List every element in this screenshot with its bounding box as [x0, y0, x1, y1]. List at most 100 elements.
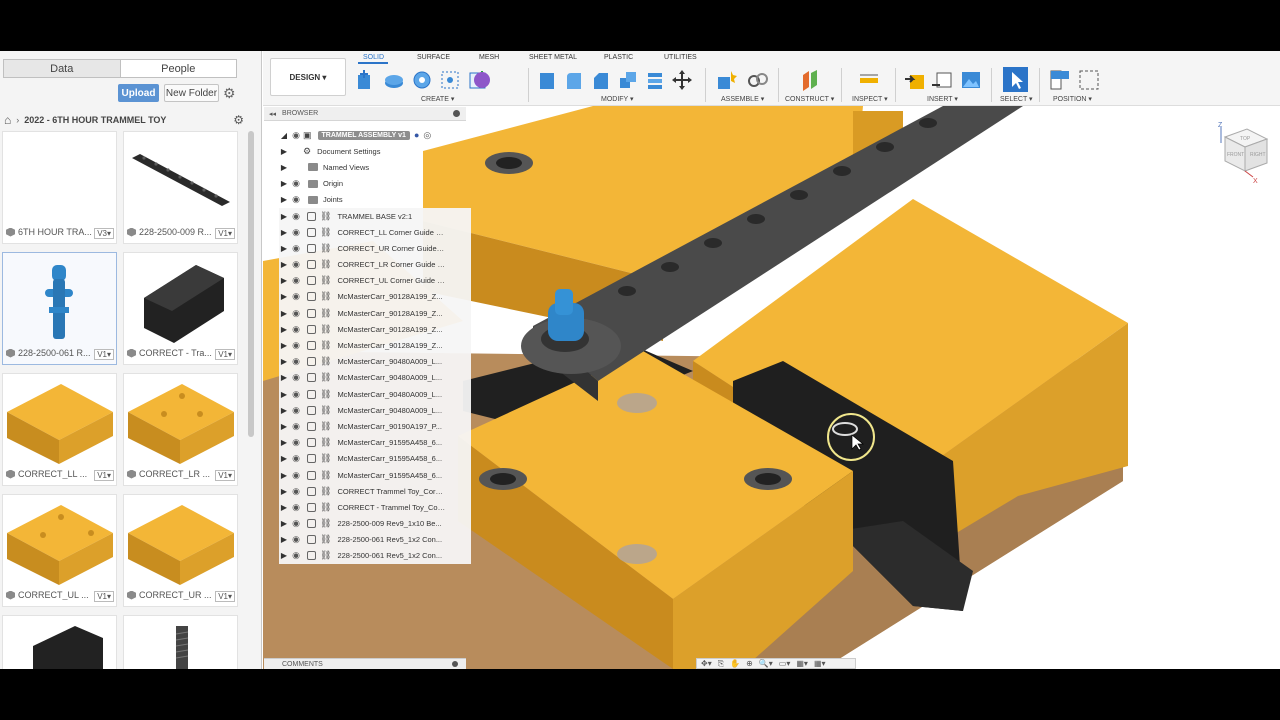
visibility-icon[interactable]: ◉	[289, 194, 303, 205]
tree-node[interactable]: ▶ ◉ ⛓ CORRECT_LR Corner Guide B...	[279, 256, 471, 273]
create-menu[interactable]: CREATE ▾	[421, 95, 454, 103]
tree-node-label[interactable]: McMasterCarr_90190A197_P...	[337, 422, 445, 431]
project-name[interactable]: 2022 - 6TH HOUR TRAMMEL TOY	[24, 115, 166, 125]
insert-canvas-icon[interactable]	[960, 69, 982, 91]
tree-node[interactable]: ▶ ◉ ⛓ McMasterCarr_91595A458_6...	[279, 450, 471, 467]
modify-menu[interactable]: MODIFY ▾	[601, 95, 634, 103]
tree-node[interactable]: ▶ ◉ ⛓ TRAMMEL BASE v2:1	[279, 207, 471, 225]
expand-arrow-icon[interactable]: ▶	[279, 438, 289, 447]
orbit-icon[interactable]: ✥▾	[701, 659, 712, 668]
zoom-window-icon[interactable]: 🔍▾	[759, 659, 773, 668]
file-card[interactable]: CORRECT_LR ... V1▾	[123, 373, 238, 486]
display-settings-icon[interactable]: ▭▾	[779, 659, 791, 668]
assemble-menu[interactable]: ASSEMBLE ▾	[721, 95, 764, 103]
expand-arrow-icon[interactable]: ▶	[279, 406, 289, 415]
tree-node-label[interactable]: McMasterCarr_90128A199_Z...	[337, 309, 445, 318]
tree-node[interactable]: ▶ ◉ ⛓ McMasterCarr_90480A009_L...	[279, 369, 471, 386]
tree-node[interactable]: ▶ ◉ Origin	[279, 176, 471, 192]
form-icon[interactable]	[471, 69, 493, 91]
comments-bar[interactable]: COMMENTS	[264, 658, 466, 669]
tree-node-label[interactable]: CORRECT_LL Corner Guide B...	[337, 228, 445, 237]
expand-arrow-icon[interactable]: ▶	[279, 357, 289, 366]
fillet-icon[interactable]	[563, 69, 585, 91]
tree-node[interactable]: ▶ ◉ ⛓ McMasterCarr_90480A009_L...	[279, 353, 471, 370]
browser-pin-icon[interactable]	[453, 110, 460, 117]
inspect-menu[interactable]: INSPECT ▾	[852, 95, 888, 103]
version-badge[interactable]: V1	[218, 592, 228, 601]
tab-utilities[interactable]: UTILITIES	[664, 54, 697, 61]
capture-position-icon[interactable]	[1049, 69, 1071, 91]
visibility-icon[interactable]: ◉	[289, 178, 303, 189]
tree-node[interactable]: ▶ ◉ ⛓ McMasterCarr_90128A199_Z...	[279, 305, 471, 322]
revert-position-icon[interactable]	[1078, 69, 1100, 91]
target-icon[interactable]: ◎	[423, 130, 431, 141]
tree-node[interactable]: ▶ ◉ ⛓ CORRECT - Trammel Toy_Cor...	[279, 499, 471, 516]
tree-node[interactable]: ▶ ◉ ⛓ McMasterCarr_90128A199_Z...	[279, 337, 471, 354]
tree-node[interactable]: ▶ ◉ ⛓ McMasterCarr_91595A458_6...	[279, 434, 471, 451]
visibility-icon[interactable]: ◉	[289, 389, 303, 400]
visibility-icon[interactable]: ◉	[289, 211, 303, 222]
tree-node[interactable]: ▶ ◉ ⛓ CORRECT_UL Corner Guide B...	[279, 272, 471, 289]
file-card[interactable]: CORRECT_LL ... V1▾	[2, 373, 117, 486]
root-label[interactable]: TRAMMEL ASSEMBLY v1	[317, 130, 410, 140]
tree-node-label[interactable]: McMasterCarr_90128A199_Z...	[337, 292, 445, 301]
tab-surface[interactable]: SURFACE	[417, 54, 450, 61]
file-card[interactable]: CORRECT_UR ... V1▾	[123, 494, 238, 607]
file-card[interactable]: CORRECT - Tra... V1▾	[123, 252, 238, 365]
combine-icon[interactable]	[644, 69, 666, 91]
sweep-icon[interactable]	[439, 69, 461, 91]
tree-node-label[interactable]: Joints	[323, 195, 343, 204]
expand-arrow-icon[interactable]: ▶	[279, 341, 289, 350]
expand-arrow-icon[interactable]: ▶	[279, 228, 289, 237]
file-card[interactable]: CORRECT_UL ... V1▾	[2, 494, 117, 607]
expand-arrow-icon[interactable]: ▶	[279, 276, 289, 285]
version-badge[interactable]: V1	[97, 350, 107, 359]
file-card[interactable]	[2, 615, 117, 669]
version-badge[interactable]: V1	[218, 229, 228, 238]
tree-node-label[interactable]: TRAMMEL BASE v2:1	[337, 212, 445, 221]
browser-header[interactable]: ◂◂ BROWSER	[264, 107, 466, 121]
data-panel-scrollbar[interactable]	[248, 131, 254, 437]
visibility-icon[interactable]: ◉	[289, 324, 303, 335]
visibility-icon[interactable]: ◉	[289, 259, 303, 270]
tree-node[interactable]: ▶ ◉ ⛓ McMasterCarr_90190A197_P...	[279, 418, 471, 435]
tree-node[interactable]: ▶ ◉ ⛓ 228-2500-061 Rev5_1x2 Con...	[279, 531, 471, 548]
tree-node-label[interactable]: CORRECT_UL Corner Guide B...	[337, 276, 445, 285]
visibility-icon[interactable]: ◉	[289, 453, 303, 464]
file-card[interactable]: 228-2500-009 R... V1▾	[123, 131, 238, 244]
new-component-icon[interactable]	[715, 69, 737, 91]
tab-mesh[interactable]: MESH	[479, 54, 499, 61]
tree-node[interactable]: ▶ ◉ ⛓ 228-2500-061 Rev5_1x2 Con...	[279, 547, 471, 565]
home-icon[interactable]: ⌂	[4, 113, 11, 127]
tree-node-label[interactable]: McMasterCarr_90480A009_L...	[337, 373, 445, 382]
tree-node-label[interactable]: McMasterCarr_91595A458_6...	[337, 471, 445, 480]
move-copy-icon[interactable]	[671, 69, 693, 91]
insert-mesh-icon[interactable]	[931, 69, 953, 91]
chamfer-icon[interactable]	[590, 69, 612, 91]
tree-node-label[interactable]: McMasterCarr_90128A199_Z...	[337, 341, 445, 350]
extrude-icon[interactable]	[383, 69, 405, 91]
viewcube-right[interactable]: RIGHT	[1250, 152, 1266, 158]
visibility-icon[interactable]: ◉	[289, 437, 303, 448]
expand-arrow-icon[interactable]: ▶	[279, 244, 289, 253]
tree-node-label[interactable]: CORRECT - Trammel Toy_Cor...	[337, 503, 445, 512]
position-menu[interactable]: POSITION ▾	[1053, 95, 1092, 103]
tree-node-label[interactable]: McMasterCarr_90480A009_L...	[337, 357, 445, 366]
visibility-icon[interactable]: ◉	[289, 502, 303, 513]
construct-menu[interactable]: CONSTRUCT ▾	[785, 95, 834, 103]
visibility-icon[interactable]: ◉	[289, 243, 303, 254]
visibility-icon[interactable]: ◉	[289, 550, 303, 561]
upload-button[interactable]: Upload	[118, 84, 159, 102]
tree-node-label[interactable]: Named Views	[323, 163, 369, 172]
visibility-icon[interactable]: ◉	[289, 227, 303, 238]
expand-arrow-icon[interactable]: ▶	[279, 503, 289, 512]
tree-node-label[interactable]: McMasterCarr_90480A009_L...	[337, 406, 445, 415]
file-card-selected[interactable]: 228-2500-061 R... V1▾	[2, 252, 117, 365]
tree-node[interactable]: ▶ ◉ ⛓ McMasterCarr_90128A199_Z...	[279, 321, 471, 338]
select-menu[interactable]: SELECT ▾	[1000, 95, 1033, 103]
visibility-icon[interactable]: ◉	[289, 372, 303, 383]
expand-arrow-icon[interactable]: ▶	[279, 195, 289, 204]
joint-icon[interactable]	[747, 69, 769, 91]
tree-node-label[interactable]: McMasterCarr_91595A458_6...	[337, 454, 445, 463]
version-badge[interactable]: V1	[97, 471, 107, 480]
